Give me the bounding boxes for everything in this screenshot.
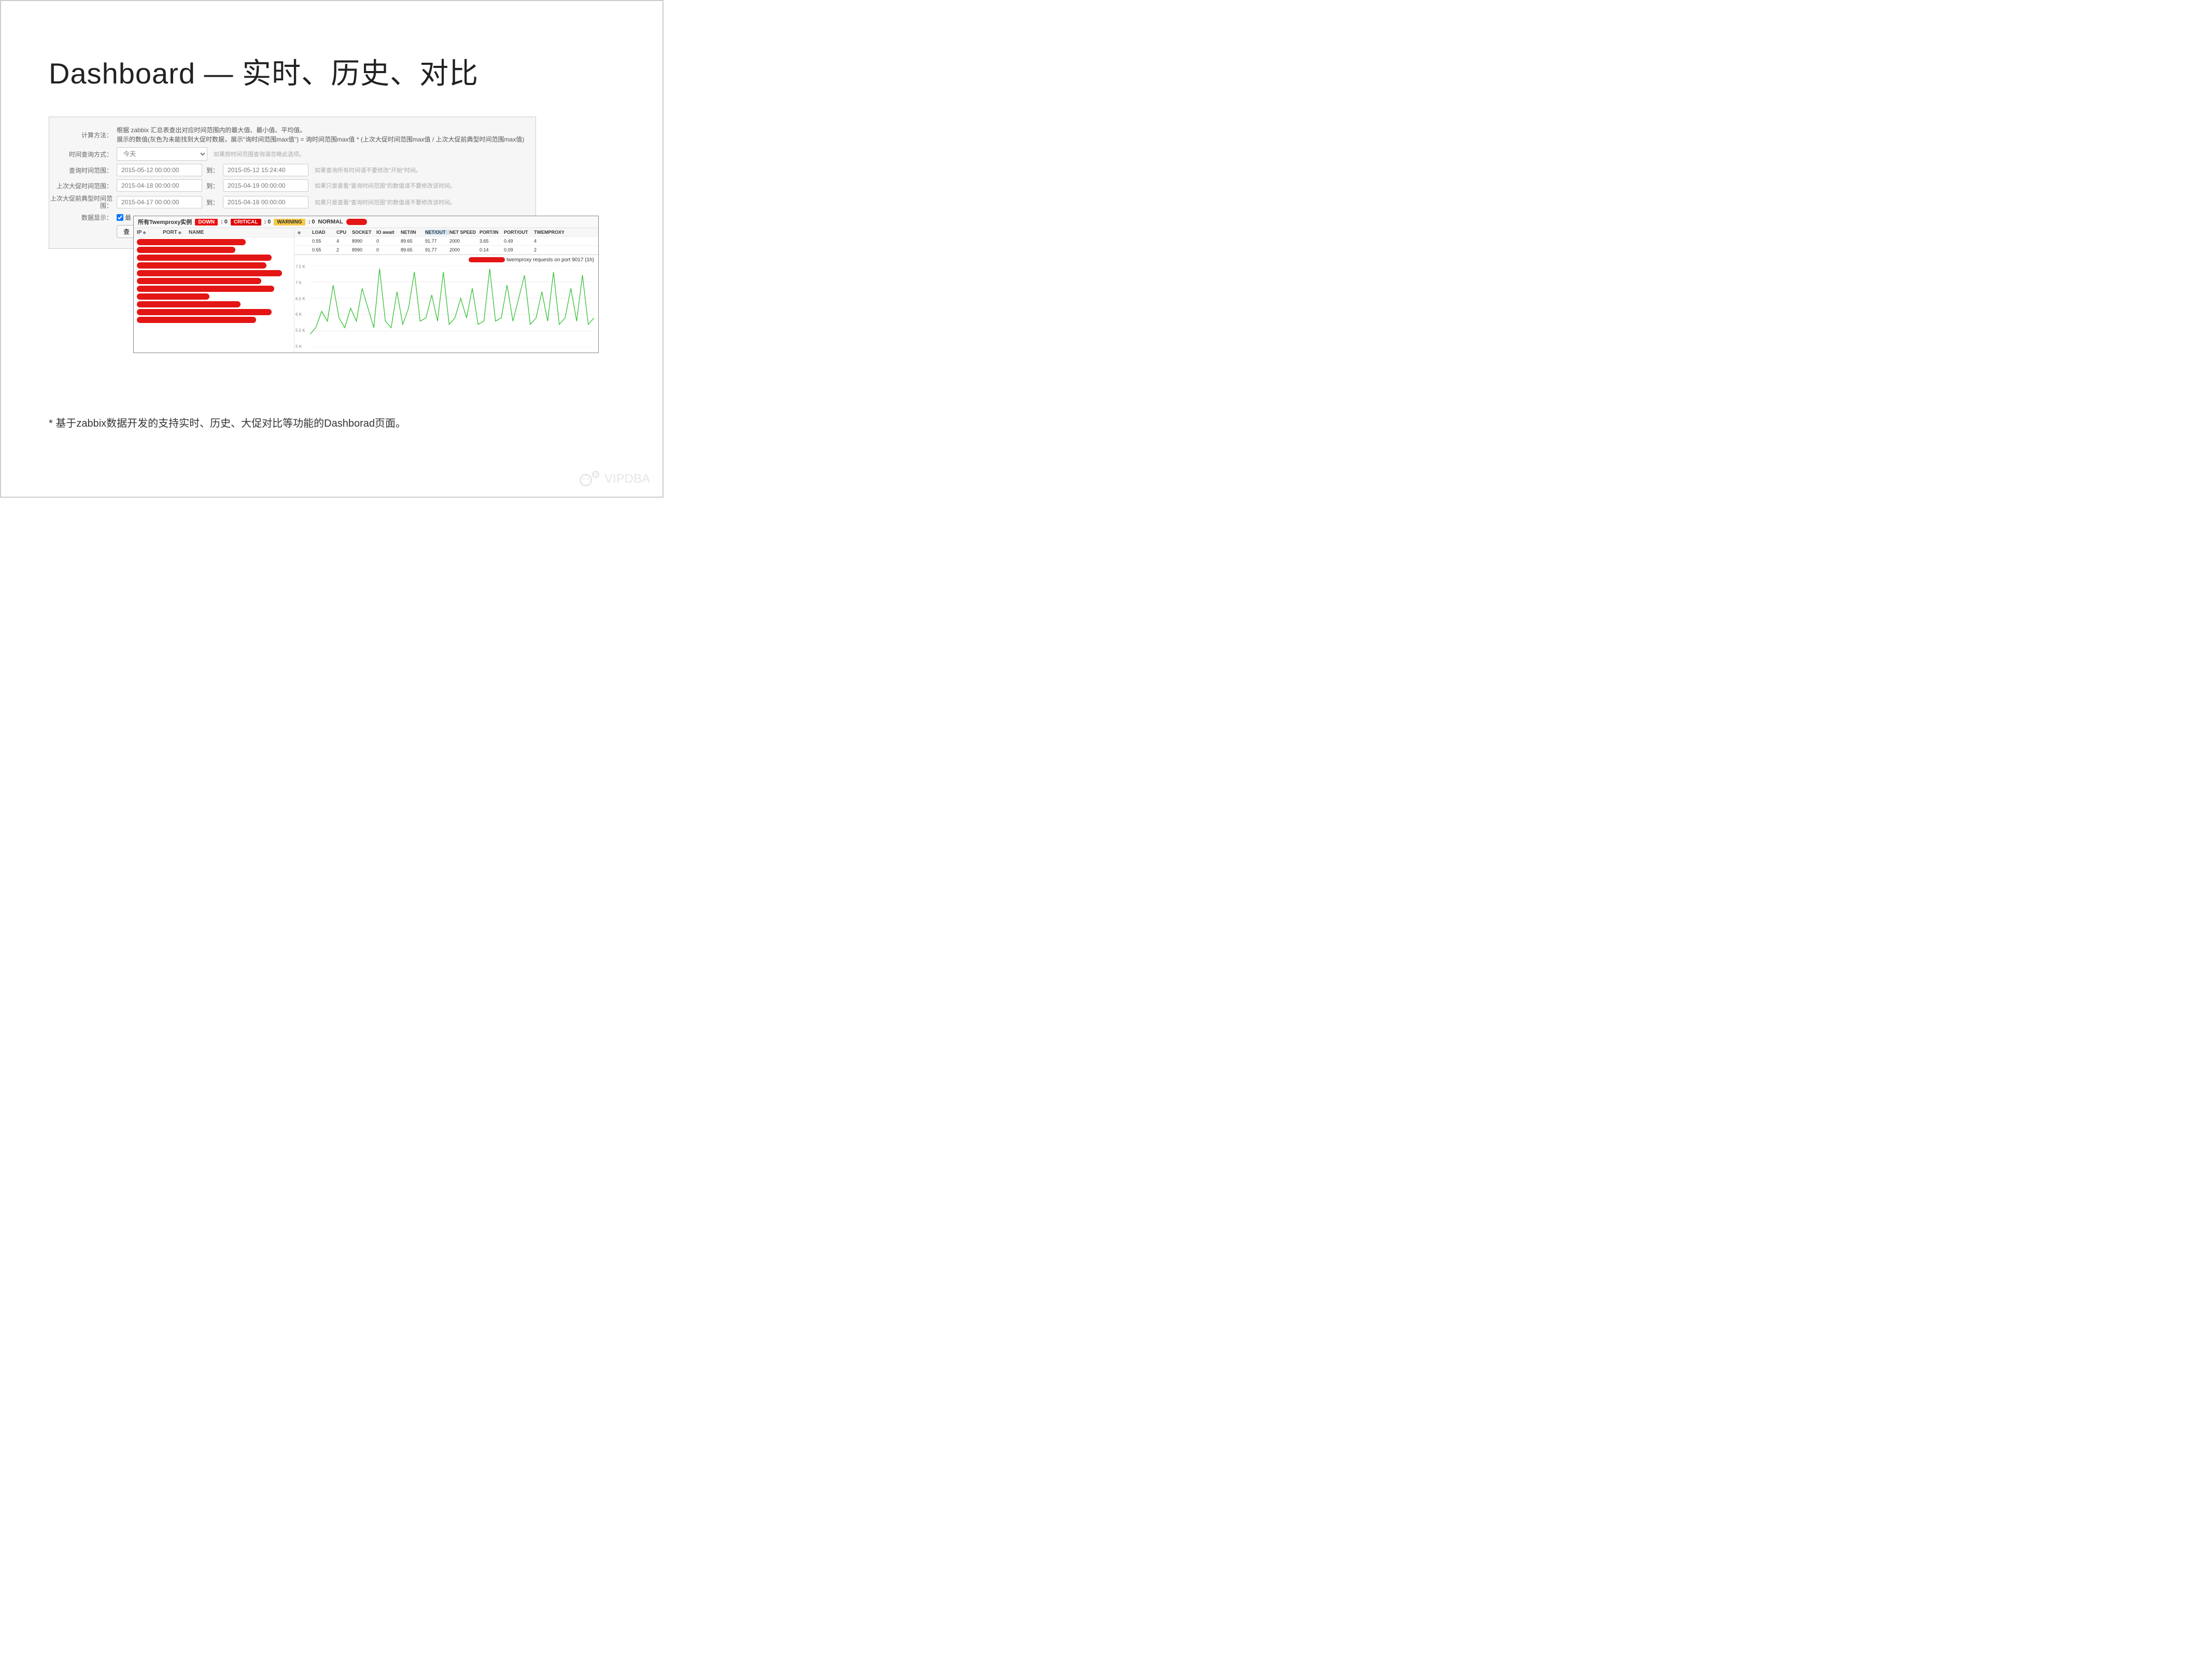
status-critical-badge: CRITICAL: [231, 219, 261, 226]
col-ip[interactable]: IP: [137, 230, 163, 235]
typical-range-label: 上次大促前典型时间范围：: [49, 195, 117, 210]
redacted-row: [137, 286, 274, 292]
col-load[interactable]: LOAD: [312, 230, 336, 235]
time-query-label: 时间查询方式：: [49, 150, 117, 159]
to-label-3: 到：: [206, 198, 219, 207]
status-critical-count: : 0: [264, 219, 271, 225]
promo-range-label: 上次大促时间范围：: [49, 181, 117, 190]
status-title: 所有Twemproxy实例: [138, 218, 192, 226]
redacted-row: [137, 309, 272, 315]
redacted-row: [137, 255, 272, 261]
chart-y-axis: 7.5 K 7 K 6.5 K 6 K 5.5 K 5 K: [295, 264, 305, 349]
footer-note: * 基于zabbix数据开发的支持实时、历史、大促对比等功能的Dashborad…: [49, 415, 406, 430]
calc-method-label: 计算方法：: [49, 131, 117, 139]
calc-method-text: 根据 zabbix 汇总表查出对应时间范围内的最大值、最小值、平均值。 展示的数…: [117, 125, 536, 144]
to-label-1: 到：: [206, 166, 219, 175]
col-netin[interactable]: NET/IN: [401, 230, 425, 235]
col-twemproxy[interactable]: TWEMPROXY: [534, 230, 564, 235]
redacted-normal-count: [346, 219, 367, 225]
col-name[interactable]: NAME: [189, 230, 291, 235]
status-down-badge: DOWN: [195, 219, 218, 226]
time-query-hint: 如果按时间范围查询请忽略此选项。: [214, 150, 305, 158]
redacted-row: [137, 293, 209, 300]
col-sort[interactable]: [297, 230, 312, 235]
redacted-row: [137, 301, 241, 307]
time-query-select[interactable]: 今天: [117, 147, 207, 161]
data-display-checkbox[interactable]: [117, 214, 123, 221]
query-range-from-input[interactable]: [117, 164, 202, 176]
promo-hint: 如果只是查看"查询时间范围"的数值请不要修改该时间。: [315, 181, 456, 190]
col-netspeed[interactable]: NET SPEED: [449, 230, 480, 235]
chart-plot-area: [310, 265, 594, 347]
data-display-text: 最: [125, 213, 131, 222]
slide-title: Dashboard — 实时、历史、对比: [49, 50, 478, 92]
watermark-text: VIPDBA: [604, 472, 650, 486]
col-cpu[interactable]: CPU: [336, 230, 352, 235]
col-netout[interactable]: NET/OUT: [425, 230, 449, 235]
status-bar: 所有Twemproxy实例 DOWN : 0 CRITICAL : 0 WARN…: [134, 216, 598, 228]
redacted-row: [137, 247, 235, 253]
requests-chart: twemproxy requests on port 9017 (1h) 7.5…: [294, 255, 598, 353]
instance-list: IP PORT NAME: [134, 228, 294, 353]
status-normal-label: NORMAL: [318, 219, 343, 225]
typical-hint: 如果只是查看"查询时间范围"的数值请不要修改该时间。: [315, 198, 456, 206]
metrics-row[interactable]: 0.55 2 8990 0 89.65 91.77 2000 0.14 0.09…: [294, 246, 598, 255]
col-socket[interactable]: SOCKET: [352, 230, 376, 235]
typical-to-input[interactable]: [223, 196, 308, 208]
watermark: VIPDBA: [580, 471, 650, 487]
status-warning-count: : 0: [308, 219, 315, 225]
redacted-row: [137, 270, 282, 276]
col-port[interactable]: PORT: [163, 230, 189, 235]
promo-from-input[interactable]: [117, 179, 202, 192]
query-range-to-input[interactable]: [223, 164, 308, 176]
col-portin[interactable]: PORT/IN: [480, 230, 504, 235]
typical-from-input[interactable]: [117, 196, 202, 208]
col-portout[interactable]: PORT/OUT: [504, 230, 534, 235]
redacted-row: [137, 278, 261, 284]
redacted-row: [137, 317, 256, 323]
instances-panel: 所有Twemproxy实例 DOWN : 0 CRITICAL : 0 WARN…: [133, 216, 599, 353]
metrics-row[interactable]: 0.55 4 8990 0 89.65 91.77 2000 3.65 0.49…: [294, 237, 598, 246]
col-ioawait[interactable]: IO await: [376, 230, 401, 235]
to-label-2: 到：: [206, 181, 219, 190]
query-range-hint: 如果查询所有时间请不要修改"开始"时间。: [315, 166, 421, 174]
redacted-row: [137, 239, 246, 245]
instance-list-header[interactable]: IP PORT NAME: [134, 228, 294, 237]
redacted-row: [137, 262, 266, 269]
query-range-label: 查询时间范围：: [49, 166, 117, 175]
chart-title: twemproxy requests on port 9017 (1h): [469, 257, 594, 263]
promo-to-input[interactable]: [223, 179, 308, 192]
wechat-icon: [580, 471, 599, 487]
data-display-label: 数据显示：: [49, 213, 117, 222]
status-warning-badge: WARNING: [274, 219, 305, 226]
status-down-count: : 0: [221, 219, 228, 225]
metrics-header[interactable]: LOAD CPU SOCKET IO await NET/IN NET/OUT …: [294, 228, 598, 237]
